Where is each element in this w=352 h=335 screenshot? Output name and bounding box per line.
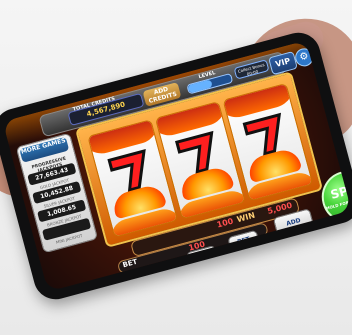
win-label: WIN — [235, 210, 257, 225]
vip-button[interactable]: VIP — [268, 51, 298, 76]
photo-scene: TOTAL CREDITS 4,567,890 ADD CREDITS LEVE… — [0, 0, 352, 335]
collect-bonus-box[interactable]: Collect Bonus 00:00 — [233, 59, 270, 80]
bet-label: BET — [121, 257, 139, 270]
spin-button[interactable]: SPIN HOLD FOR AUTOSPIN — [315, 165, 352, 229]
level-progress-fill — [187, 79, 213, 94]
